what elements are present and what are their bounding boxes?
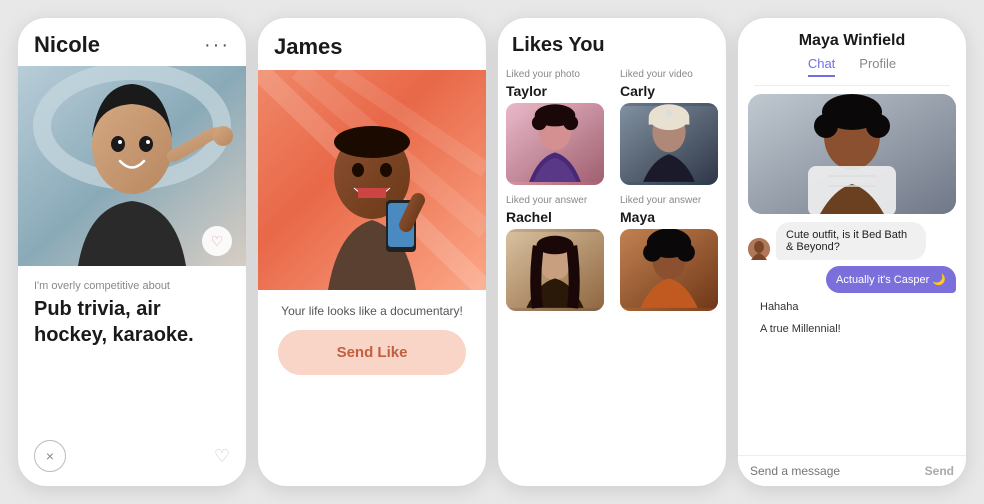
card1-like-icon[interactable]: ♡: [202, 226, 232, 256]
tab-profile[interactable]: Profile: [859, 56, 896, 77]
card1-bio-text: Pub trivia, air hockey, karaoke.: [18, 296, 246, 348]
chat-header-photo: [748, 94, 956, 214]
chat-bubble-received: Cute outfit, is it Bed Bath & Beyond?: [776, 222, 926, 260]
person-name-taylor: Taylor: [506, 83, 604, 99]
carly-photo: [620, 103, 718, 185]
card-chat: Maya Winfield Chat Profile: [738, 18, 966, 486]
chat-person-name: Maya Winfield: [754, 32, 950, 50]
more-options-icon[interactable]: ···: [204, 34, 230, 57]
person-name-carly: Carly: [620, 83, 718, 99]
carly-photo-svg: [620, 103, 718, 185]
list-item[interactable]: Liked your answer Rachel: [498, 189, 612, 315]
maya-photo-svg: [620, 229, 718, 311]
card-james: James: [258, 18, 486, 486]
liked-action-label: Liked your photo: [506, 69, 604, 80]
card-likes-you: Likes You Liked your photo Taylor: [498, 18, 726, 486]
list-item[interactable]: Liked your answer Maya: [612, 189, 726, 315]
card1-photo: ♡: [18, 66, 246, 266]
chat-message-row: Actually it's Casper 🌙: [748, 266, 956, 293]
chat-text-message: Hahaha: [748, 299, 956, 315]
card2-name: James: [258, 18, 486, 70]
card1-bio-label: I'm overly competitive about: [18, 266, 246, 296]
maya-grid-photo: [620, 229, 718, 311]
person-name-rachel: Rachel: [506, 209, 604, 225]
rachel-photo: [506, 229, 604, 311]
chat-tabs: Chat Profile: [754, 56, 950, 86]
card1-heart-button[interactable]: ♡: [214, 446, 230, 467]
likes-grid: Liked your photo Taylor: [498, 63, 726, 315]
chat-text-message: A true Millennial!: [748, 321, 956, 337]
liked-action-label: Liked your answer: [506, 195, 604, 206]
chat-messages: Cute outfit, is it Bed Bath & Beyond? Ac…: [738, 222, 966, 337]
card2-photo: [258, 70, 486, 290]
taylor-photo: [506, 103, 604, 185]
chat-input-row: Send: [738, 455, 966, 486]
send-button[interactable]: Send: [925, 464, 954, 478]
james-photo-svg: [258, 70, 486, 290]
rachel-photo-svg: [506, 229, 604, 311]
card1-dislike-button[interactable]: ×: [34, 440, 66, 472]
liked-action-label: Liked your video: [620, 69, 718, 80]
tab-chat[interactable]: Chat: [808, 56, 835, 77]
card-nicole: Nicole ···: [18, 18, 246, 486]
chat-message-row: Cute outfit, is it Bed Bath & Beyond?: [748, 222, 956, 260]
list-item[interactable]: Liked your photo Taylor: [498, 63, 612, 189]
avatar: [748, 238, 770, 260]
message-input[interactable]: [750, 464, 925, 478]
card1-name: Nicole: [34, 32, 100, 58]
card1-bottom: × ♡: [18, 440, 246, 472]
send-like-button[interactable]: Send Like: [278, 330, 466, 375]
taylor-photo-svg: [506, 103, 604, 185]
person-name-maya: Maya: [620, 209, 718, 225]
screens-container: Nicole ···: [0, 0, 984, 504]
liked-action-label: Liked your answer: [620, 195, 718, 206]
likes-you-title: Likes You: [498, 18, 726, 63]
maya-chat-photo-svg: [748, 94, 956, 214]
card1-header: Nicole ···: [18, 18, 246, 66]
chat-bubble-sent: Actually it's Casper 🌙: [826, 266, 956, 293]
card2-caption: Your life looks like a documentary!: [258, 290, 486, 330]
list-item[interactable]: Liked your video Carly: [612, 63, 726, 189]
card4-header: Maya Winfield Chat Profile: [738, 18, 966, 94]
